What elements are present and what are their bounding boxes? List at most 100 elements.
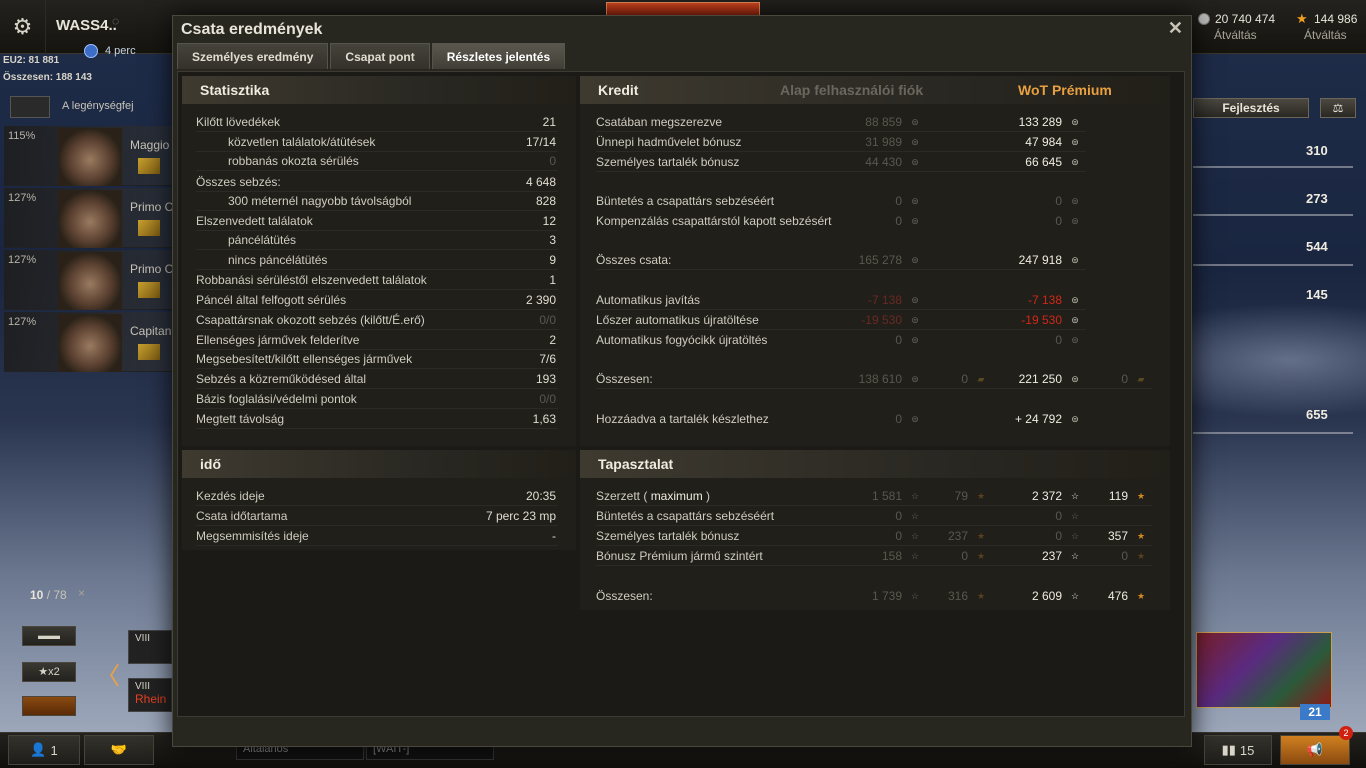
crew-name: Maggio	[130, 138, 170, 152]
crew-name: Capitan	[130, 324, 172, 338]
experience-label-text: Összesen:	[596, 589, 653, 603]
carousel-left-arrow-icon[interactable]: 〈	[96, 656, 120, 691]
timer-text: 4 perc	[105, 45, 136, 57]
exp-premium-value: 2 609	[1031, 589, 1062, 603]
crew-member[interactable]: 127% Primo C	[4, 188, 173, 248]
exp-premium-free-value: 357	[1107, 529, 1128, 543]
settings-gear-icon[interactable]: ⚙	[0, 0, 46, 54]
tab-personal-result[interactable]: Személyes eredmény	[177, 43, 329, 69]
credit-row: Ünnepi hadművelet bónusz 31 989 ⊜ 47 984 ⊜	[596, 132, 1086, 152]
time-row: Megsemmisítés ideje -	[196, 526, 558, 546]
credit-icon: ⊜	[1071, 196, 1079, 206]
credit-icon: ⊜	[911, 137, 919, 147]
stat-value: 3	[549, 233, 556, 247]
tank-card[interactable]: VIII Rhein	[128, 678, 172, 712]
credit-label: Hozzáadva a tartalék készlethez	[596, 412, 769, 426]
stat-label: Bázis foglalási/védelmi pontok	[196, 392, 357, 406]
vehicle-stat-value: 145	[1306, 287, 1328, 302]
stat-label: Páncél által felfogott sérülés	[196, 293, 347, 307]
detailed-report-content: Statisztika Kilőtt lövedékek 21 közvetlen …	[177, 71, 1185, 717]
holiday-boxes[interactable]	[1196, 632, 1332, 708]
stat-row: Megsebesített/kilőtt ellenséges járművek…	[196, 349, 558, 369]
gold-exchange-link[interactable]: Átváltás	[1304, 28, 1347, 42]
time-row: Csata időtartama 7 perc 23 mp	[196, 506, 558, 526]
stat-value: 0/0	[539, 313, 556, 327]
credit-icon: ⊜	[911, 315, 919, 325]
exp-basic-free-value: 316	[947, 589, 968, 603]
experience-label-text: Bónusz Prémium jármű szintért	[596, 549, 763, 563]
crew-portrait	[58, 252, 122, 310]
exp-premium-value: 2 372	[1031, 489, 1062, 503]
vehicle-stat-value: 655	[1306, 407, 1328, 422]
stat-label: Kilőtt lövedékek	[196, 115, 281, 129]
experience-row: Személyes tartalék bónusz 0 ☆ 237 ★ 0 ☆ 357 ★	[596, 526, 1152, 546]
stat-row: nincs páncélátütés 9	[196, 250, 558, 270]
stat-value: 17/14	[525, 135, 556, 149]
crew-pct: 127%	[8, 316, 37, 328]
handshake-button[interactable]: 🤝	[84, 735, 154, 765]
stat-label: nincs páncélátütés	[228, 253, 328, 267]
credit-icon: ⊜	[1071, 157, 1079, 167]
stats-button[interactable]: ▮▮ 15	[1204, 735, 1272, 765]
credit-icon: ⊜	[911, 374, 919, 384]
free-xp-star-icon: ★	[976, 591, 986, 601]
credits-exchange-link[interactable]: Átváltás	[1214, 28, 1257, 42]
credit-premium-value: -7 138	[1027, 293, 1062, 307]
crew-member[interactable]: 115% Maggio	[4, 126, 172, 186]
time-label: Csata időtartama	[196, 509, 288, 523]
free-xp-star-icon: ★	[976, 531, 986, 541]
compare-icon[interactable]: ⚖	[1320, 98, 1356, 118]
experience-label: Bónusz Prémium jármű szintért	[596, 546, 763, 566]
upgrade-button[interactable]: Fejlesztés	[1193, 98, 1309, 118]
player-name[interactable]: WASS4..	[56, 17, 117, 34]
star-icon: ☆	[910, 591, 920, 601]
stat-row: Elszenvedett találatok 12	[196, 211, 558, 231]
tank-card[interactable]: VIII	[128, 630, 172, 664]
star-icon: ☆	[1070, 551, 1080, 561]
experience-label-text: Szerzett (	[596, 489, 651, 503]
credit-label: Automatikus javítás	[596, 293, 701, 307]
credit-basic-value: 165 278	[858, 253, 902, 267]
time-value: 7 perc 23 mp	[485, 509, 556, 523]
x2-filter-button[interactable]: ★x2	[22, 662, 76, 682]
event-filter-button[interactable]	[22, 696, 76, 716]
battle-button[interactable]	[606, 2, 760, 16]
tank-tier: VIII	[135, 681, 151, 692]
crew-pct: 127%	[8, 254, 37, 266]
credit-premium-value: 47 984	[1025, 135, 1062, 149]
stat-value: 2	[549, 333, 556, 347]
crew-toggle-button[interactable]	[10, 96, 50, 118]
stat-row: 300 méternél nagyobb távolságból 828	[196, 191, 558, 211]
dialog-title: Csata eredmények	[181, 21, 323, 38]
filter-reset-icon[interactable]: ×	[78, 586, 85, 600]
star-icon: ☆	[910, 511, 920, 521]
squad-button[interactable]: 👤 1	[8, 735, 80, 765]
experience-row: Összesen: 1 739 ☆ 316 ★ 2 609 ☆ 476 ★	[596, 586, 1152, 606]
credit-icon: ⊜	[1071, 414, 1079, 424]
credit-icon: ⊜	[911, 255, 919, 265]
tank-filter-button[interactable]: ▬▬	[22, 626, 76, 646]
credit-icon: ⊜	[1071, 117, 1079, 127]
crew-portrait	[58, 314, 122, 372]
credit-label: Automatikus fogyócikk újratöltés	[596, 333, 768, 347]
close-icon[interactable]: ✕	[1168, 18, 1183, 39]
server-online: EU2: 81 881	[3, 55, 60, 66]
credit-basic-value: 138 610	[858, 372, 902, 386]
stat-value: 2 390	[525, 293, 556, 307]
stat-label: páncélátütés	[228, 233, 297, 247]
credit-icon: ⊜	[911, 216, 919, 226]
stat-row: Csapattársnak okozott sebzés (kilőtt/É.e…	[196, 310, 558, 330]
time-label: Kezdés ideje	[196, 489, 265, 503]
tab-team-score[interactable]: Csapat pont	[330, 43, 430, 69]
tab-detailed-report[interactable]: Részletes jelentés	[431, 43, 566, 69]
crew-portrait	[58, 128, 122, 186]
experience-label-text: Személyes tartalék bónusz	[596, 529, 740, 543]
timer-icon	[84, 44, 98, 58]
notifications-button[interactable]: 📢	[1280, 735, 1350, 765]
credit-row: Lőszer automatikus újratöltése -19 530 ⊜ -1…	[596, 310, 1086, 330]
credit-row: Büntetés a csapattárs sebzéséért 0 ⊜ 0 ⊜	[596, 191, 1086, 211]
credit-basic-value: 88 859	[865, 115, 902, 129]
star-icon: ☆	[1070, 491, 1080, 501]
crew-member[interactable]: 127% Capitan	[4, 312, 172, 372]
crew-member[interactable]: 127% Primo C	[4, 250, 173, 310]
